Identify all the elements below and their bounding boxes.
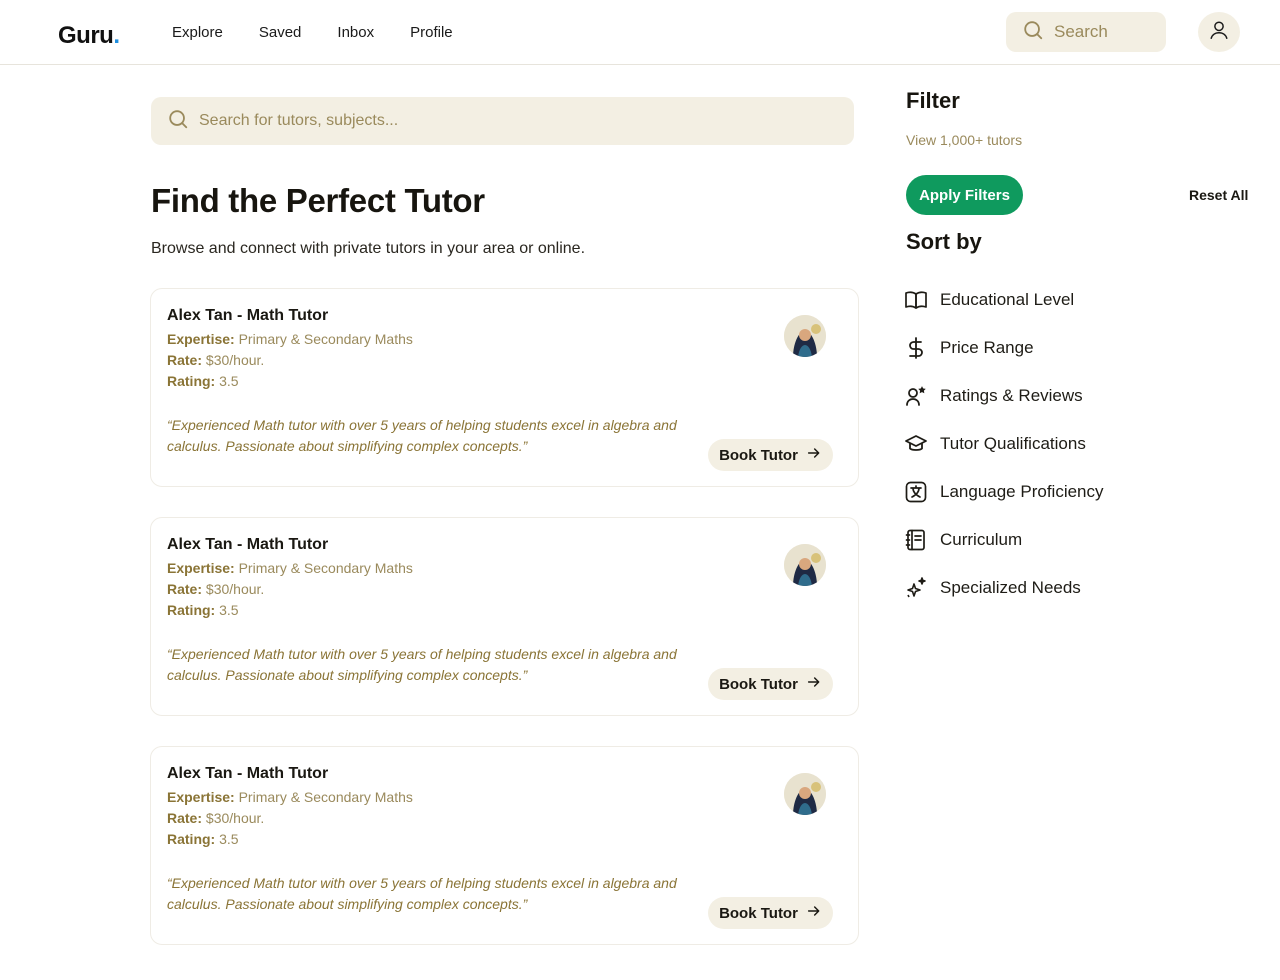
tutor-quote: “Experienced Math tutor with over 5 year… [167,875,677,912]
notebook-icon [904,528,928,552]
sort-item-tutor-qualifications[interactable]: Tutor Qualifications [904,432,1086,456]
sort-item-curriculum[interactable]: Curriculum [904,528,1022,552]
sort-item-specialized-needs[interactable]: Specialized Needs [904,576,1081,600]
main-nav: Explore Saved Inbox Profile [172,24,453,41]
tutor-quote: “Experienced Math tutor with over 5 year… [167,646,677,683]
tutor-rating: Rating: 3.5 [167,831,239,847]
tutor-rating: Rating: 3.5 [167,373,239,389]
page-title: Find the Perfect Tutor [151,182,485,219]
dollar-icon [904,336,928,360]
tutor-rating: Rating: 3.5 [167,602,239,618]
guru-logo[interactable]: Guru. [58,22,120,50]
tutor-expertise: Expertise: Primary & Secondary Maths [167,789,413,805]
header-search-input[interactable]: Search [1006,12,1166,52]
tutor-name: Alex Tan - Math Tutor [167,765,329,782]
tutor-avatar [784,773,826,815]
graduation-cap-icon [904,432,928,456]
page-subtitle: Browse and connect with private tutors i… [151,240,586,257]
sort-item-educational-level[interactable]: Educational Level [904,288,1074,312]
book-tutor-button[interactable]: Book Tutor [708,668,833,700]
apply-filters-button[interactable]: Apply Filters [906,175,1023,215]
view-tutors-link[interactable]: View 1,000+ tutors [906,132,1022,148]
book-tutor-button[interactable]: Book Tutor [708,439,833,471]
search-icon [167,108,189,135]
tutor-avatar [784,544,826,586]
arrow-right-icon [806,903,822,923]
tutor-rate: Rate: $30/hour. [167,352,265,368]
tutor-search-bar [151,97,854,145]
book-tutor-button[interactable]: Book Tutor [708,897,833,929]
tutor-expertise: Expertise: Primary & Secondary Maths [167,331,413,347]
sort-item-language-proficiency[interactable]: Language Proficiency [904,480,1104,504]
sort-item-ratings-reviews[interactable]: Ratings & Reviews [904,384,1083,408]
book-open-icon [904,288,928,312]
tutor-card: Alex Tan - Math Tutor Expertise: Primary… [150,746,859,945]
user-profile-button[interactable] [1198,12,1240,52]
tutor-search-input[interactable] [199,112,799,130]
tutor-rate: Rate: $30/hour. [167,581,265,597]
tutor-quote: “Experienced Math tutor with over 5 year… [167,417,677,454]
header-search-placeholder: Search [1054,22,1108,41]
nav-explore[interactable]: Explore [172,24,223,41]
tutor-expertise: Expertise: Primary & Secondary Maths [167,560,413,576]
tutor-name: Alex Tan - Math Tutor [167,307,329,324]
filter-title: Filter [906,88,960,113]
sparkles-icon [904,576,928,600]
nav-inbox[interactable]: Inbox [337,24,374,41]
user-icon [1208,19,1230,46]
nav-saved[interactable]: Saved [259,24,302,41]
arrow-right-icon [806,674,822,694]
tutor-card: Alex Tan - Math Tutor Expertise: Primary… [150,288,859,487]
arrow-right-icon [806,445,822,465]
tutor-rate: Rate: $30/hour. [167,810,265,826]
tutor-card: Alex Tan - Math Tutor Expertise: Primary… [150,517,859,716]
tutor-avatar [784,315,826,357]
user-star-icon [904,384,928,408]
nav-profile[interactable]: Profile [410,24,453,41]
top-navbar: Guru. Explore Saved Inbox Profile Search [0,0,1280,65]
sort-item-price-range[interactable]: Price Range [904,336,1034,360]
sort-by-title: Sort by [906,229,982,254]
tutor-name: Alex Tan - Math Tutor [167,536,329,553]
reset-all-link[interactable]: Reset All [1189,187,1248,203]
search-icon [1022,19,1044,46]
translate-icon [904,480,928,504]
